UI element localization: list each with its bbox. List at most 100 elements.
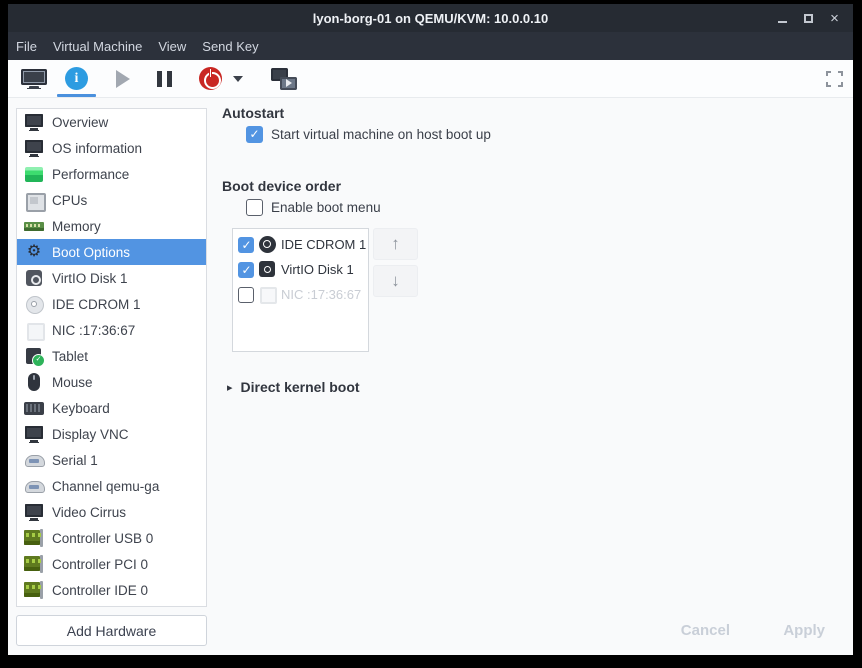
gear-icon — [23, 241, 45, 263]
boot-device-label: VirtIO Disk 1 — [281, 262, 354, 277]
serial-icon — [23, 475, 45, 497]
hardware-list-item[interactable]: Video Cirrus — [17, 499, 206, 525]
hardware-list-item[interactable]: Serial 1 — [17, 447, 206, 473]
vm-details-window: lyon-borg-01 on QEMU/KVM: 10.0.0.10 × Fi… — [8, 4, 853, 655]
show-graphical-console-button[interactable] — [21, 60, 47, 98]
hardware-item-label: OS information — [52, 141, 142, 156]
pcicard-icon — [23, 605, 45, 607]
direct-kernel-boot-expander[interactable]: ▸ Direct kernel boot — [227, 379, 360, 395]
vm-windows-button[interactable] — [271, 60, 297, 98]
autostart-checkbox-label: Start virtual machine on host boot up — [271, 127, 491, 142]
window-controls: × — [774, 4, 843, 32]
run-button[interactable] — [116, 60, 130, 98]
hardware-list-item[interactable] — [17, 603, 206, 607]
hardware-list-item[interactable]: Tablet — [17, 343, 206, 369]
apply-button[interactable]: Apply — [783, 622, 825, 639]
boot-device-checkbox[interactable] — [238, 262, 254, 278]
menu-item[interactable]: Virtual Machine — [45, 32, 150, 60]
hardware-list-item[interactable]: Keyboard — [17, 395, 206, 421]
boot-device-row[interactable]: NIC :17:36:67 — [233, 282, 368, 307]
cancel-button[interactable]: Cancel — [681, 622, 730, 639]
monitor-icon — [23, 501, 45, 523]
hardware-item-label: Mouse — [52, 375, 93, 390]
menu-item[interactable]: File — [8, 32, 45, 60]
boot-device-checkbox[interactable] — [238, 237, 254, 253]
hardware-list-item[interactable]: Controller IDE 0 — [17, 577, 206, 603]
boot-menu-row: Enable boot menu — [246, 199, 381, 216]
hardware-item-label: CPUs — [52, 193, 87, 208]
autostart-heading: Autostart — [222, 105, 284, 121]
hardware-list-item[interactable]: Overview — [17, 109, 206, 135]
close-button[interactable]: × — [826, 10, 843, 27]
direct-kernel-boot-label: Direct kernel boot — [241, 379, 360, 395]
toolbar: i — [8, 60, 853, 98]
graphical-console-monitor-icon — [21, 69, 47, 89]
disk-dark-icon — [259, 261, 276, 278]
autostart-checkbox[interactable] — [246, 126, 263, 143]
monitor-icon — [23, 137, 45, 159]
show-details-button[interactable]: i — [65, 60, 88, 98]
hardware-list: Overview OS information Performance CPUs — [16, 108, 207, 607]
hardware-list-item[interactable]: NIC :17:36:67 — [17, 317, 206, 343]
hardware-item-label: Memory — [52, 219, 101, 234]
pcicard-icon — [23, 527, 45, 549]
hardware-list-item[interactable]: CPUs — [17, 187, 206, 213]
chart-icon — [23, 163, 45, 185]
hardware-item-label: Controller USB 0 — [52, 531, 153, 546]
move-down-button[interactable]: ↓ — [373, 265, 418, 297]
add-hardware-button[interactable]: Add Hardware — [16, 615, 207, 646]
nic-icon — [23, 319, 45, 341]
hardware-item-label: Serial 1 — [52, 453, 98, 468]
disk-icon — [23, 267, 45, 289]
arrow-up-icon: ↑ — [391, 234, 400, 254]
autostart-row: Start virtual machine on host boot up — [246, 126, 491, 143]
hardware-list-item[interactable]: Mouse — [17, 369, 206, 395]
content-area: Overview OS information Performance CPUs — [8, 98, 853, 655]
boot-device-row[interactable]: IDE CDROM 1 — [233, 232, 368, 257]
fullscreen-button[interactable] — [826, 71, 843, 87]
enable-boot-menu-checkbox[interactable] — [246, 199, 263, 216]
hardware-item-label: Overview — [52, 115, 108, 130]
pcicard-icon — [23, 579, 45, 601]
hardware-item-label: Keyboard — [52, 401, 110, 416]
hardware-item-label: NIC :17:36:67 — [52, 323, 135, 338]
cdrom-icon — [23, 293, 45, 315]
arrow-down-icon: ↓ — [391, 271, 400, 291]
tablet-icon — [23, 345, 45, 367]
hardware-list-item[interactable]: Memory — [17, 213, 206, 239]
shutdown-menu-button[interactable] — [233, 60, 243, 98]
monitor-icon — [23, 111, 45, 133]
boot-device-label: IDE CDROM 1 — [281, 237, 366, 252]
hardware-list-item[interactable]: Performance — [17, 161, 206, 187]
shutdown-button[interactable] — [199, 60, 222, 98]
boot-device-checkbox[interactable] — [238, 287, 254, 303]
details-info-icon: i — [65, 67, 88, 90]
hardware-list-item[interactable]: IDE CDROM 1 — [17, 291, 206, 317]
boot-device-row[interactable]: VirtIO Disk 1 — [233, 257, 368, 282]
maximize-icon — [804, 14, 813, 23]
titlebar[interactable]: lyon-borg-01 on QEMU/KVM: 10.0.0.10 × — [8, 4, 853, 32]
menu-item[interactable]: Send Key — [194, 32, 266, 60]
hardware-list-item[interactable]: Display VNC — [17, 421, 206, 447]
hardware-list-item[interactable]: Boot Options — [17, 239, 206, 265]
hardware-list-item[interactable]: Channel qemu-ga — [17, 473, 206, 499]
nic-dim-icon — [259, 286, 276, 303]
hardware-list-item[interactable]: OS information — [17, 135, 206, 161]
move-up-button[interactable]: ↑ — [373, 228, 418, 260]
window-title: lyon-borg-01 on QEMU/KVM: 10.0.0.10 — [8, 11, 853, 26]
pause-button[interactable] — [157, 60, 172, 98]
hardware-item-label: Channel qemu-ga — [52, 479, 159, 494]
hardware-item-label: Controller PCI 0 — [52, 557, 148, 572]
hardware-list-item[interactable]: Controller PCI 0 — [17, 551, 206, 577]
hardware-item-label: Tablet — [52, 349, 88, 364]
hardware-item-label: IDE CDROM 1 — [52, 297, 141, 312]
boot-order-heading: Boot device order — [222, 178, 341, 194]
cdrom-dark-icon — [259, 236, 276, 253]
hardware-list-item[interactable]: Controller USB 0 — [17, 525, 206, 551]
minimize-button[interactable] — [774, 10, 791, 27]
menu-item[interactable]: View — [150, 32, 194, 60]
hardware-list-item[interactable]: VirtIO Disk 1 — [17, 265, 206, 291]
boot-device-list: IDE CDROM 1 VirtIO Disk 1 NIC :17:36:67 — [232, 228, 369, 352]
maximize-button[interactable] — [800, 10, 817, 27]
shutdown-menu-caret-icon — [233, 76, 243, 82]
